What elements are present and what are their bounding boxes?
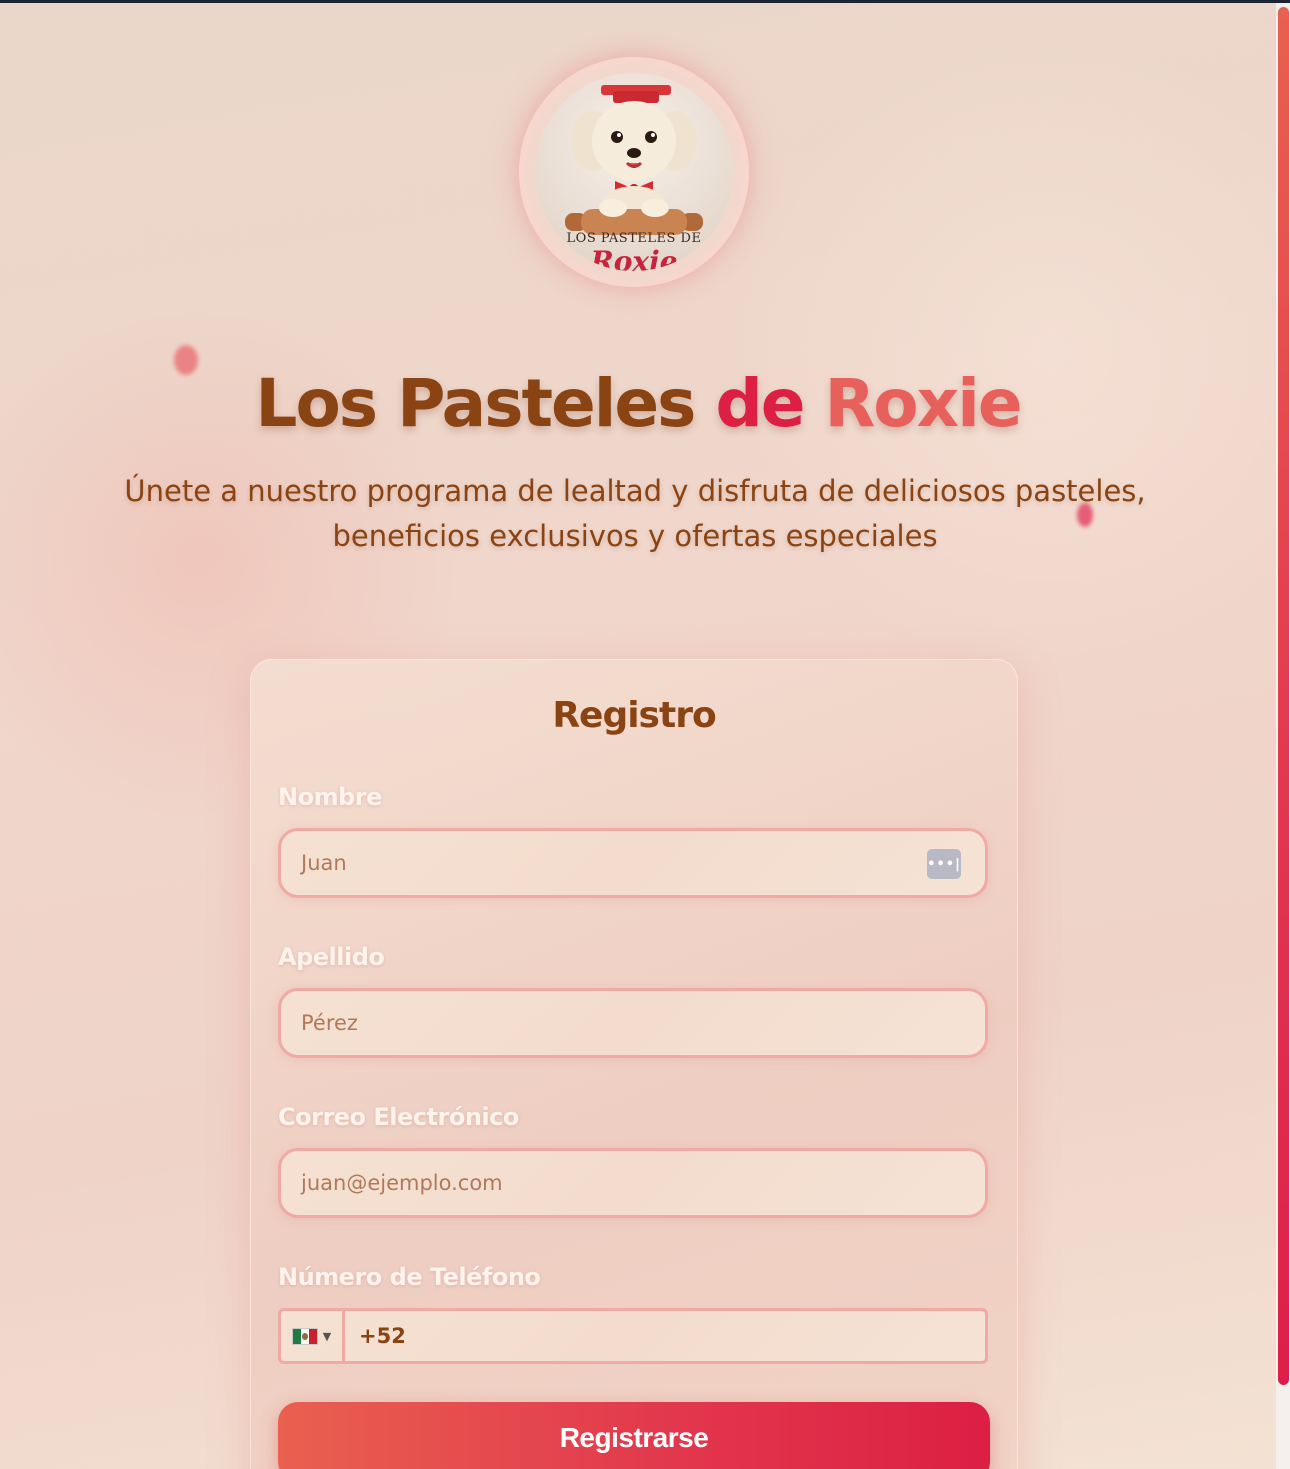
last-name-placeholder: Pérez	[301, 1011, 358, 1035]
email-label: Correo Electrónico	[278, 1103, 519, 1131]
register-button[interactable]: Registrarse	[278, 1402, 990, 1469]
password-manager-icon[interactable]: •••|	[927, 849, 961, 879]
brand-logo: LOS PASTELES DE Roxie	[519, 57, 749, 287]
first-name-label: Nombre	[278, 783, 382, 811]
last-name-label: Apellido	[278, 943, 385, 971]
phone-field: ▼ +52	[278, 1308, 988, 1364]
scrollbar-track[interactable]	[1276, 3, 1290, 1469]
phone-label: Número de Teléfono	[278, 1263, 541, 1291]
email-placeholder: juan@ejemplo.com	[301, 1171, 503, 1195]
logo-script-name: Roxie	[590, 245, 678, 271]
chevron-down-icon: ▼	[322, 1329, 332, 1343]
country-selector[interactable]: ▼	[281, 1311, 345, 1361]
email-input[interactable]: juan@ejemplo.com	[278, 1148, 988, 1218]
title-part-brand: Los Pasteles	[255, 365, 696, 442]
logo-image: LOS PASTELES DE Roxie	[535, 73, 733, 271]
last-name-input[interactable]: Pérez	[278, 988, 988, 1058]
title-part-name: Roxie	[824, 365, 1022, 442]
page-subtitle: Únete a nuestro programa de lealtad y di…	[124, 474, 1146, 553]
form-title: Registro	[552, 695, 716, 736]
first-name-placeholder: Juan	[301, 851, 347, 875]
page-title: Los Pasteles de Roxie	[0, 365, 1276, 442]
mexico-flag-icon	[291, 1327, 318, 1345]
scrollbar-thumb[interactable]	[1278, 7, 1289, 1385]
phone-input[interactable]: +52	[345, 1311, 406, 1361]
logo-caption: LOS PASTELES DE	[566, 231, 702, 246]
first-name-input[interactable]: Juan •••|	[278, 828, 988, 898]
title-part-de: de	[715, 365, 805, 442]
registration-card: Registro Nombre Juan •••| Apellido Pérez…	[250, 659, 1018, 1469]
